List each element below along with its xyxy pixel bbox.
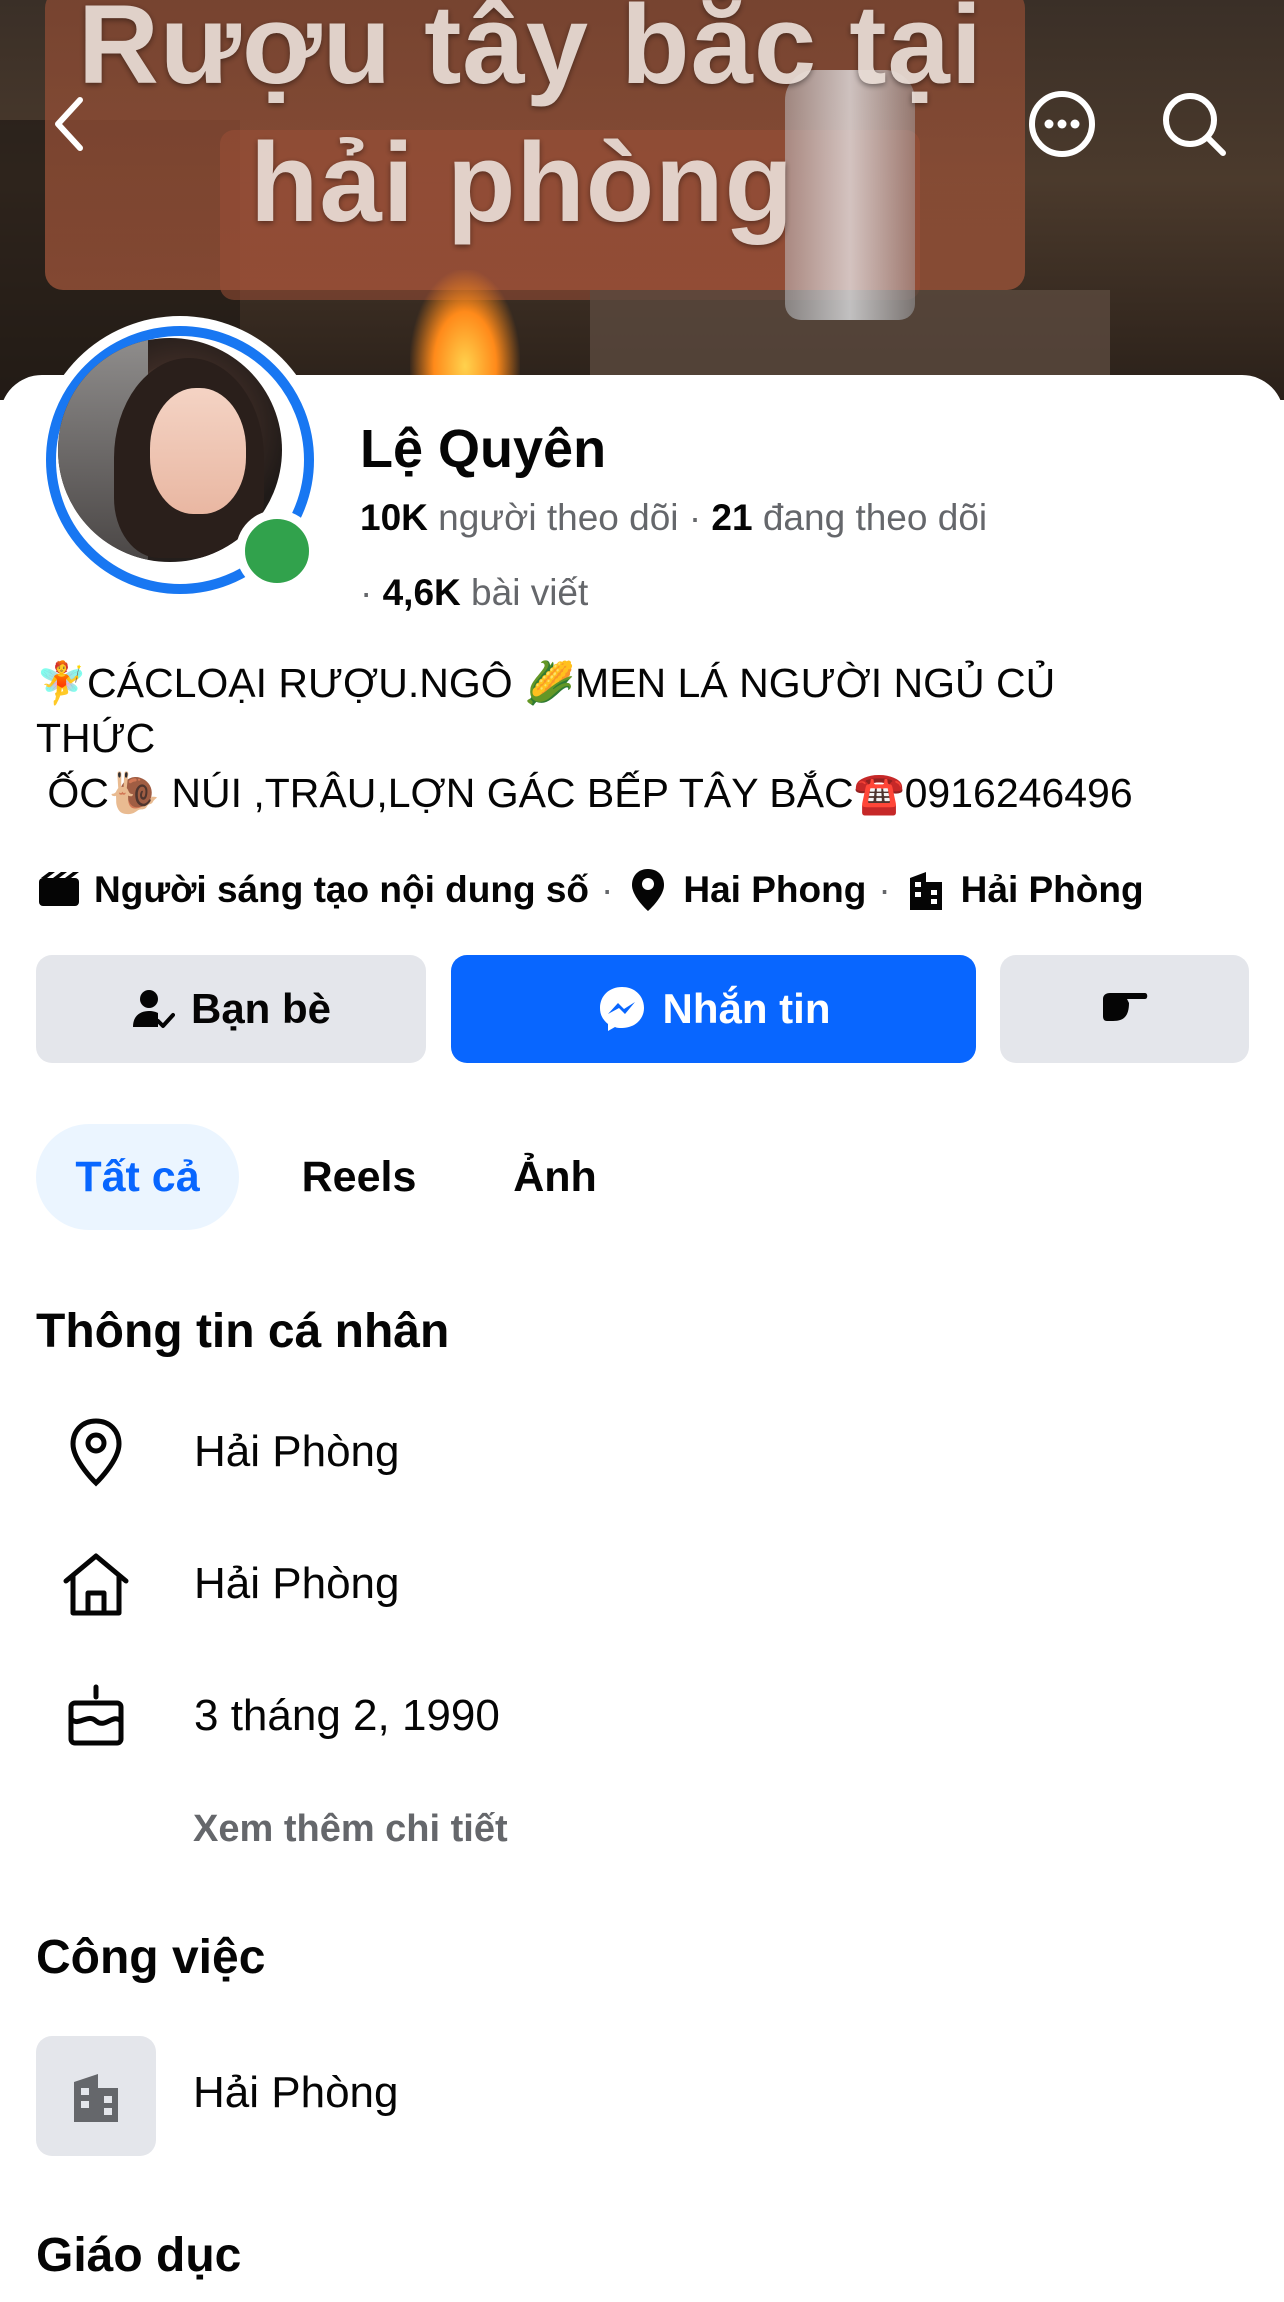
messenger-icon [597,984,647,1034]
cover-text-line2: hải phòng [250,120,795,245]
posts-count: 4,6K [382,572,461,613]
clapper-icon [36,867,82,913]
follow-stats[interactable]: 10K người theo dõi · 21 đang theo dõi [360,497,987,539]
building-icon [74,2074,118,2122]
posts-label: bài viết [471,572,589,613]
cover-fire [410,270,520,390]
friend-check-icon [131,987,175,1031]
hometown: Hải Phòng [194,1559,400,1608]
posts-stats: · 4,6K bài viết [360,572,589,613]
profile-category: Người sáng tạo nội dung số [94,869,590,910]
poke-icon [1101,985,1149,1033]
online-status-dot [236,510,318,592]
work-place[interactable]: Hải Phòng [193,2068,398,2118]
search-button[interactable] [1158,88,1230,160]
info-row-hometown[interactable]: Hải Phòng [36,1544,1236,1624]
cake-icon [36,1676,156,1756]
poke-button[interactable] [1000,955,1249,1063]
message-button-label: Nhắn tin [662,985,831,1032]
building-icon [903,867,949,913]
followers-count[interactable]: 10K [360,497,428,538]
stats-separator: · [688,497,712,538]
info-row-current-city[interactable]: Hải Phòng [36,1412,1236,1492]
more-options-button[interactable] [1026,88,1098,160]
education-title: Giáo dục [36,2229,242,2282]
message-button[interactable]: Nhắn tin [451,955,976,1063]
personal-info-title: Thông tin cá nhân [36,1305,450,1358]
friends-button[interactable]: Bạn bè [36,955,426,1063]
tab-reels[interactable]: Reels [280,1124,438,1230]
profile-meta: Người sáng tạo nội dung số · Hai Phong ·… [36,862,1144,918]
friends-button-label: Bạn bè [190,985,332,1032]
profile-workplace[interactable]: Hải Phòng [961,869,1144,911]
home-icon [36,1544,156,1624]
pin-outline-icon [36,1412,156,1492]
followers-label: người theo dõi [438,497,679,538]
chevron-left-icon [55,97,83,151]
profile-bio: 🧚CÁCLOẠI RƯỢU.NGÔ 🌽MEN LÁ NGƯỜI NGỦ CỦ T… [36,660,1133,816]
back-button[interactable] [34,88,106,160]
info-row-birthday[interactable]: 3 tháng 2, 1990 [36,1676,1236,1756]
tab-all[interactable]: Tất cả [36,1124,239,1230]
pin-icon [625,867,671,913]
work-title: Công việc [36,1931,266,1984]
tab-photos[interactable]: Ảnh [490,1124,620,1230]
more-icon [1029,91,1095,157]
search-icon [1163,93,1226,156]
workplace-icon-tile[interactable] [36,2036,156,2156]
profile-name: Lệ Quyên [360,419,607,479]
profile-location[interactable]: Hai Phong [683,869,866,911]
following-label: đang theo dõi [762,497,988,538]
cover-text-line1: Rượu tây bắc tại [78,0,983,107]
see-more-details-link[interactable]: Xem thêm chi tiết [193,1808,508,1851]
birthday: 3 tháng 2, 1990 [194,1691,500,1740]
current-city: Hải Phòng [194,1427,400,1476]
following-count[interactable]: 21 [711,497,752,538]
